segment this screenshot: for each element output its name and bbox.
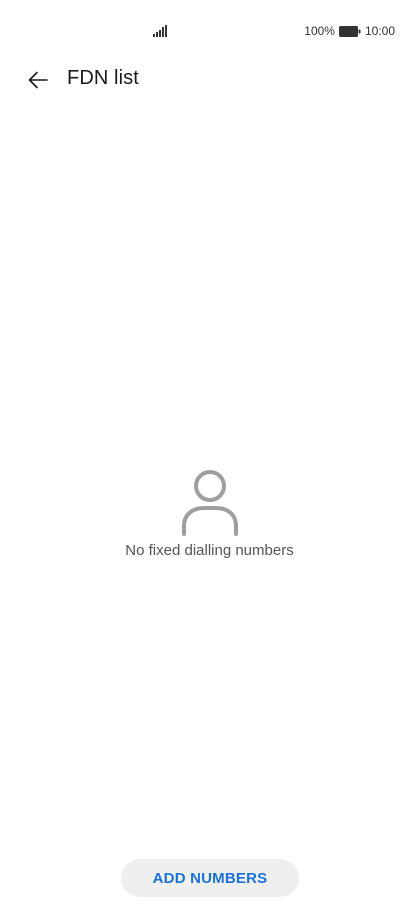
battery-percent: 100% <box>304 24 335 38</box>
person-icon <box>181 470 238 536</box>
add-numbers-button[interactable]: ADD NUMBERS <box>121 859 299 897</box>
empty-state: No fixed dialling numbers <box>0 468 419 559</box>
battery-icon <box>338 25 361 37</box>
page-title: FDN list <box>67 67 139 89</box>
empty-message: No fixed dialling numbers <box>125 542 294 559</box>
app-bar: FDN list <box>0 60 419 100</box>
arrow-left-icon <box>28 71 48 89</box>
status-bar: 100% 10:00 <box>0 0 419 60</box>
status-right: 100% 10:00 <box>304 23 395 39</box>
back-button[interactable] <box>22 64 54 96</box>
status-time: 10:00 <box>364 24 395 38</box>
signal-icon <box>153 25 167 37</box>
